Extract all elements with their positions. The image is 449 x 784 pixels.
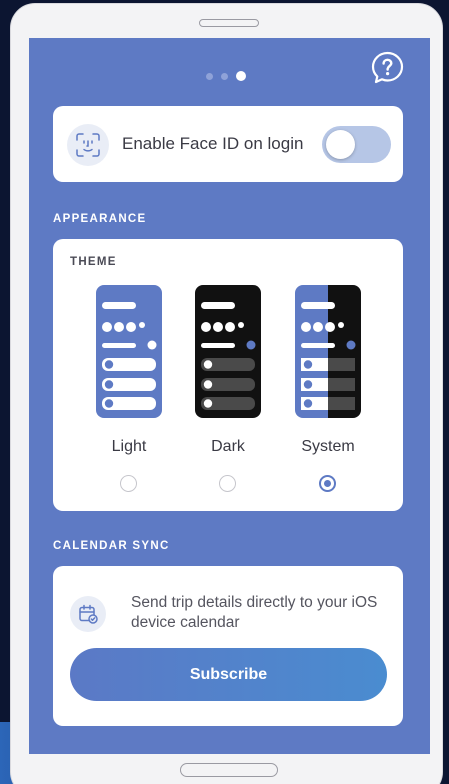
theme-name-light: Light [111, 438, 147, 455]
help-button[interactable] [370, 50, 405, 85]
page-dot[interactable] [221, 72, 228, 80]
theme-name-system: System [301, 438, 355, 455]
app-screen: Enable Face ID on login APPEARANCE THEME [29, 38, 430, 754]
subscribe-button[interactable]: Subscribe [70, 648, 387, 701]
face-id-toggle[interactable] [322, 126, 391, 163]
theme-radio-light[interactable] [120, 475, 137, 492]
home-indicator [180, 763, 278, 777]
question-bubble-icon [371, 51, 404, 84]
face-id-card: Enable Face ID on login [53, 106, 403, 182]
page-dot[interactable] [206, 72, 213, 80]
calendar-sync-section-label: CALENDAR SYNC [53, 540, 170, 552]
page-indicator [206, 71, 246, 81]
page-dot-active[interactable] [236, 71, 246, 81]
appearance-section-label: APPEARANCE [53, 213, 147, 225]
theme-card: THEME Light Dark System [53, 239, 403, 511]
speaker-grille [199, 19, 259, 27]
theme-title: THEME [70, 256, 117, 268]
calendar-icon [70, 596, 106, 632]
theme-option-system[interactable]: System [282, 285, 362, 495]
calendar-sync-card: Send trip details directly to your iOS d… [53, 566, 403, 726]
theme-option-light[interactable]: Light [83, 285, 163, 495]
face-id-icon [67, 124, 109, 166]
dark-theme-preview-icon [195, 285, 261, 418]
system-theme-preview-icon [295, 285, 361, 418]
calendar-sync-description: Send trip details directly to your iOS d… [131, 594, 378, 631]
face-id-label: Enable Face ID on login [122, 134, 304, 153]
theme-radio-dark[interactable] [219, 475, 236, 492]
theme-radio-system[interactable] [319, 475, 336, 492]
theme-option-dark[interactable]: Dark [182, 285, 262, 495]
device-frame: Enable Face ID on login APPEARANCE THEME [11, 4, 442, 784]
toggle-knob [326, 130, 355, 159]
theme-name-dark: Dark [211, 438, 245, 455]
light-theme-preview-icon [96, 285, 162, 418]
